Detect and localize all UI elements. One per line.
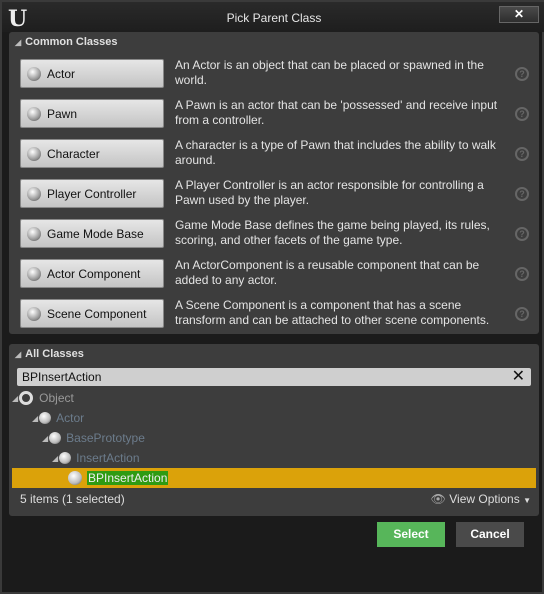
expand-triangle-icon: ◢ — [52, 453, 59, 463]
pawn-description: A Pawn is an actor that can be 'possesse… — [175, 98, 498, 127]
clear-search-icon[interactable]: ✕ — [512, 368, 525, 386]
game-mode-base-description: Game Mode Base defines the game being pl… — [175, 218, 490, 247]
all-classes-panel: ◢ All Classes BPInsertAction ✕ ◢ Object ◢ Ac… — [9, 344, 539, 516]
tree-item-bpinsertaction[interactable]: BPInsertAction — [12, 468, 536, 488]
close-button[interactable]: ✕ — [499, 6, 539, 23]
tree-item-baseprototype[interactable]: ◢ BasePrototype — [12, 428, 536, 448]
character-class-button[interactable]: Character — [20, 139, 164, 168]
help-icon[interactable]: ? — [515, 147, 529, 161]
class-icon — [39, 412, 52, 424]
common-classes-header[interactable]: ◢ Common Classes — [15, 36, 117, 48]
item-count-status: 5 items (1 selected) — [20, 492, 125, 506]
help-icon[interactable]: ? — [515, 67, 529, 81]
cancel-button[interactable]: Cancel — [456, 522, 524, 547]
tree-item-actor[interactable]: ◢ Actor — [12, 408, 536, 428]
help-icon[interactable]: ? — [515, 107, 529, 121]
tree-item-object[interactable]: ◢ Object — [12, 388, 536, 408]
object-icon — [19, 391, 34, 405]
collapse-triangle-icon: ◢ — [15, 350, 22, 359]
help-icon[interactable]: ? — [515, 267, 529, 281]
actor-component-icon — [27, 266, 41, 281]
pawn-class-button[interactable]: Pawn — [20, 99, 164, 128]
help-icon[interactable]: ? — [515, 307, 529, 321]
expand-triangle-icon: ◢ — [42, 433, 49, 443]
actor-class-button[interactable]: Actor — [20, 59, 164, 88]
help-icon[interactable]: ? — [515, 187, 529, 201]
view-options-button[interactable]: 👁 View Options ▼ — [431, 492, 531, 506]
help-icon[interactable]: ? — [515, 227, 529, 241]
class-search-input[interactable]: BPInsertAction ✕ — [17, 368, 531, 386]
class-icon — [59, 452, 72, 464]
dropdown-arrow-icon: ▼ — [523, 496, 531, 505]
dialog-title: Pick Parent Class — [226, 11, 322, 25]
character-description: A character is a type of Pawn that inclu… — [175, 138, 496, 167]
pawn-icon — [27, 106, 41, 121]
select-button[interactable]: Select — [377, 522, 445, 547]
tree-item-insertaction[interactable]: ◢ InsertAction — [12, 448, 536, 468]
game-mode-base-icon — [27, 226, 41, 241]
game-mode-base-class-button[interactable]: Game Mode Base — [20, 219, 164, 248]
common-classes-panel: ◢ Common Classes Actor An Actor is an obj… — [9, 32, 539, 334]
class-icon — [68, 471, 82, 485]
expand-triangle-icon: ◢ — [32, 413, 39, 423]
all-classes-header[interactable]: ◢ All Classes — [15, 348, 84, 360]
eye-icon: 👁 — [430, 492, 446, 506]
pick-parent-class-dialog: U Pick Parent Class ✕ ◢ Common Classes Ac… — [0, 0, 544, 594]
player-controller-description: A Player Controller is an actor responsi… — [175, 178, 484, 207]
scene-component-icon — [27, 306, 41, 321]
character-icon — [27, 146, 41, 161]
class-icon — [49, 432, 62, 444]
collapse-triangle-icon: ◢ — [15, 38, 22, 47]
title-bar: U Pick Parent Class ✕ — [2, 2, 544, 32]
actor-component-class-button[interactable]: Actor Component — [20, 259, 164, 288]
actor-component-description: An ActorComponent is a reusable componen… — [175, 258, 480, 287]
player-controller-icon — [27, 186, 41, 201]
scene-component-description: A Scene Component is a component that ha… — [175, 298, 490, 327]
expand-triangle-icon: ◢ — [12, 393, 19, 403]
player-controller-class-button[interactable]: Player Controller — [20, 179, 164, 208]
scene-component-class-button[interactable]: Scene Component — [20, 299, 164, 328]
actor-description: An Actor is an object that can be placed… — [175, 58, 484, 87]
actor-icon — [27, 66, 41, 81]
